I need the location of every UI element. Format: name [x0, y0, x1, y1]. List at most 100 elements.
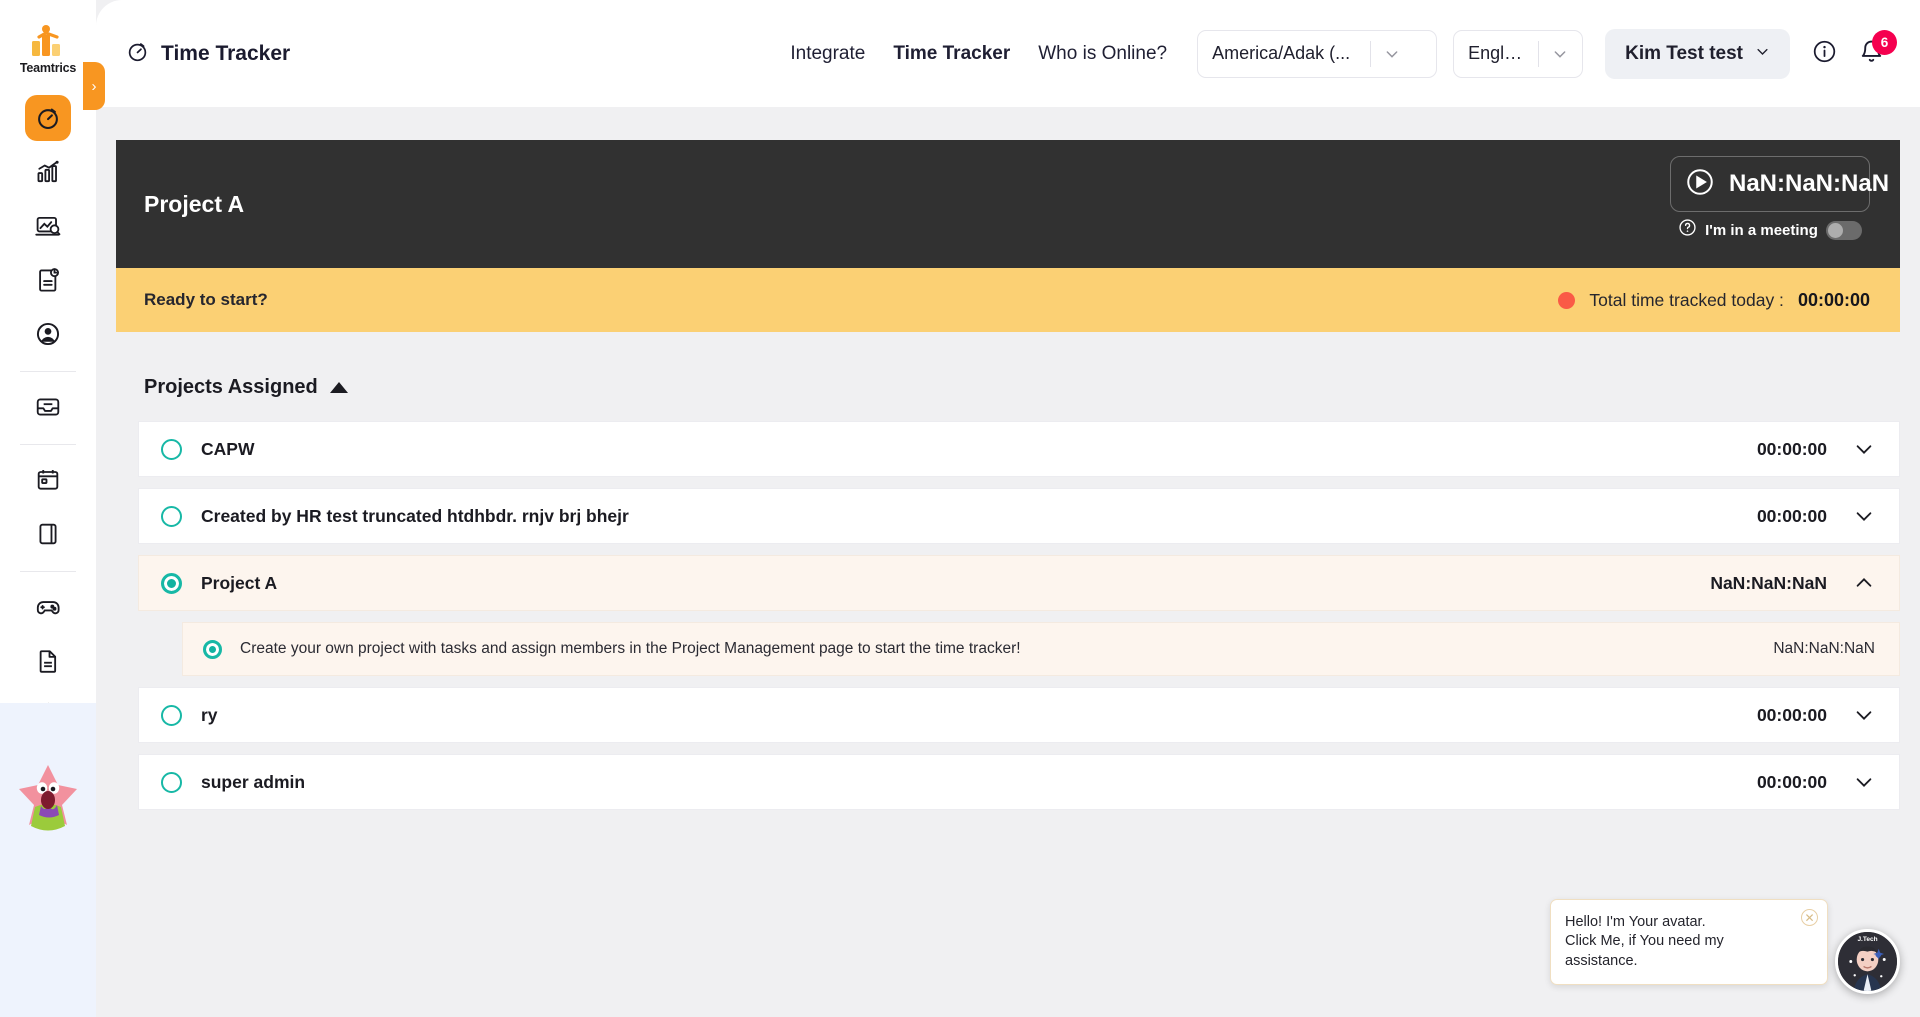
timezone-select[interactable]: America/Adak (...	[1197, 29, 1438, 78]
chat-assistant-avatar[interactable]: J.Tech	[1835, 929, 1900, 994]
chevron-down-icon	[1371, 46, 1413, 62]
table-row[interactable]: ry 00:00:00	[138, 687, 1900, 743]
triangle-up-icon	[329, 382, 348, 393]
sidebar-item-calendar[interactable]	[25, 457, 71, 503]
chevron-up-icon[interactable]	[1853, 572, 1875, 594]
info-button[interactable]	[1812, 39, 1837, 69]
meeting-toggle-row: I'm in a meeting	[1678, 218, 1862, 242]
tracked-value: 00:00:00	[1797, 289, 1870, 310]
total-time-tracked: Total time tracked today : 00:00:00	[1558, 290, 1870, 311]
info-circle-icon	[1812, 39, 1837, 69]
sidebar-item-screenshots[interactable]	[25, 203, 71, 249]
project-radio[interactable]	[161, 704, 182, 726]
sidebar-item-time-tracker[interactable]	[25, 95, 71, 141]
sidebar-item-analytics[interactable]	[25, 149, 71, 195]
sidebar-item-reports[interactable]	[25, 638, 71, 684]
project-radio[interactable]	[161, 505, 182, 527]
chevron-right-icon: ›	[91, 77, 97, 95]
user-circle-icon	[35, 321, 61, 347]
sidebar-item-inbox[interactable]	[25, 384, 71, 430]
stopwatch-icon	[126, 40, 149, 68]
book-icon	[35, 521, 61, 547]
chevron-down-icon[interactable]	[1853, 438, 1875, 460]
document-clock-icon	[35, 267, 61, 293]
sidebar-divider	[20, 444, 76, 445]
language-value: English	[1468, 43, 1528, 63]
language-select[interactable]: English	[1453, 29, 1584, 78]
sidebar-divider	[20, 571, 76, 572]
tab-integrate[interactable]: Integrate	[776, 43, 879, 65]
table-row[interactable]: Project A NaN:NaN:NaN	[138, 555, 1900, 611]
ready-strip: Ready to start? Total time tracked today…	[116, 268, 1900, 332]
timer-block: NaN:NaN:NaN I'm in a meeting	[1670, 156, 1889, 242]
list-item[interactable]: Create your own project with tasks and a…	[182, 622, 1900, 676]
patrick-star-mascot-icon	[17, 763, 79, 840]
main-content: Project A NaN:NaN:NaN I'm in a meeting R…	[96, 107, 1920, 1017]
top-nav: Integrate Time Tracker Who is Online? Am…	[776, 28, 1897, 79]
status-dot-icon	[1558, 291, 1576, 309]
sidebar-collapse-toggle[interactable]: ›	[83, 62, 105, 110]
sidebar-item-games[interactable]	[25, 584, 71, 630]
gamepad-icon	[35, 594, 61, 620]
project-radio[interactable]	[161, 771, 182, 793]
page-title: Time Tracker	[126, 40, 290, 68]
sidebar-item-timesheets[interactable]	[25, 257, 71, 303]
notifications-button[interactable]: 6	[1859, 29, 1897, 69]
user-name: Kim Test test	[1625, 42, 1743, 64]
timer-value: NaN:NaN:NaN	[1729, 169, 1890, 197]
active-project-name: Project A	[144, 190, 245, 217]
tab-who-is-online[interactable]: Who is Online?	[1024, 43, 1181, 65]
question-circle-icon[interactable]	[1678, 218, 1697, 242]
top-bar: Time Tracker Integrate Time Tracker Who …	[96, 0, 1920, 107]
page-title-text: Time Tracker	[161, 41, 291, 65]
close-icon[interactable]: ✕	[1801, 909, 1818, 927]
avatar-tag: J.Tech	[1857, 936, 1878, 943]
project-time: 00:00:00	[1756, 704, 1827, 725]
task-time: NaN:NaN:NaN	[1773, 640, 1875, 657]
task-name: Create your own project with tasks and a…	[240, 640, 1021, 657]
brand-name: Teamtrics	[19, 61, 77, 75]
teamtrics-logo-icon	[26, 24, 70, 58]
chat-line-2: Click Me, if You need my assistance.	[1565, 933, 1724, 969]
table-row[interactable]: CAPW 00:00:00	[138, 421, 1900, 477]
project-radio[interactable]	[161, 572, 182, 594]
chevron-down-icon	[1755, 44, 1770, 64]
project-time: NaN:NaN:NaN	[1710, 572, 1827, 593]
sidebar-item-members[interactable]	[25, 311, 71, 357]
meeting-toggle[interactable]	[1825, 220, 1862, 240]
chevron-down-icon[interactable]	[1853, 704, 1875, 726]
chat-line-1: Hello! I'm Your avatar.	[1565, 914, 1706, 931]
sidebar-divider	[20, 371, 76, 372]
project-name: Project A	[201, 572, 278, 593]
projects-assigned-title: Projects Assigned	[144, 376, 318, 398]
timer-start-button[interactable]: NaN:NaN:NaN	[1670, 156, 1889, 212]
active-project-banner: Project A NaN:NaN:NaN I'm in a meeting	[116, 140, 1900, 268]
chevron-down-icon[interactable]	[1853, 505, 1875, 527]
screenshot-search-icon	[35, 213, 61, 239]
chevron-down-icon	[1539, 46, 1581, 62]
user-menu[interactable]: Kim Test test	[1605, 28, 1790, 79]
table-row[interactable]: Created by HR test truncated htdhbdr. rn…	[138, 488, 1900, 544]
tab-time-tracker[interactable]: Time Tracker	[879, 43, 1024, 65]
play-circle-icon	[1685, 167, 1715, 202]
project-time: 00:00:00	[1756, 438, 1827, 459]
sidebar-nav	[0, 95, 96, 746]
calendar-icon	[35, 467, 61, 493]
file-icon	[35, 648, 61, 674]
content-area: Project A NaN:NaN:NaN I'm in a meeting R…	[116, 140, 1900, 821]
projects-assigned-header[interactable]: Projects Assigned	[144, 376, 348, 399]
stopwatch-icon	[35, 105, 61, 131]
timezone-value: America/Adak (...	[1212, 43, 1351, 63]
project-radio[interactable]	[161, 438, 182, 460]
inbox-tray-icon	[35, 394, 61, 420]
sidebar-item-book[interactable]	[25, 511, 71, 557]
ready-prompt: Ready to start?	[144, 290, 268, 309]
chevron-down-icon[interactable]	[1853, 771, 1875, 793]
project-time: 00:00:00	[1756, 771, 1827, 792]
project-time: 00:00:00	[1756, 505, 1827, 526]
meeting-label: I'm in a meeting	[1705, 221, 1818, 239]
table-row[interactable]: super admin 00:00:00	[138, 754, 1900, 810]
task-radio[interactable]	[203, 639, 222, 659]
bar-chart-icon	[35, 159, 61, 185]
sidebar: Teamtrics	[0, 0, 96, 1017]
